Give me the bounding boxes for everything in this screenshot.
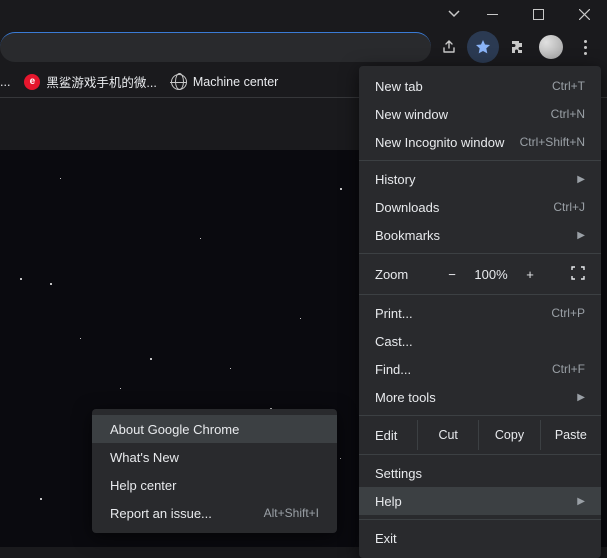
edit-label: Edit: [359, 428, 417, 443]
zoom-in-button[interactable]: +: [513, 267, 547, 282]
zoom-out-button[interactable]: −: [435, 267, 469, 282]
maximize-button[interactable]: [515, 0, 561, 28]
menu-downloads[interactable]: Downloads Ctrl+J: [359, 193, 601, 221]
edit-copy-button[interactable]: Copy: [478, 420, 539, 450]
close-button[interactable]: [561, 0, 607, 28]
menu-shortcut: Ctrl+N: [551, 107, 585, 121]
menu-label: Report an issue...: [110, 506, 212, 521]
bookmark-star-icon[interactable]: [467, 31, 499, 63]
menu-whats-new[interactable]: What's New: [92, 443, 337, 471]
menu-edit: Edit Cut Copy Paste: [359, 420, 601, 450]
menu-cast[interactable]: Cast...: [359, 327, 601, 355]
menu-label: Find...: [375, 362, 411, 377]
share-icon[interactable]: [433, 31, 465, 63]
chevron-right-icon: ▶: [577, 174, 585, 185]
menu-bookmarks[interactable]: Bookmarks ▶: [359, 221, 601, 249]
bookmark-item[interactable]: e 黑鲨游戏手机的微...: [24, 72, 156, 91]
menu-help-center[interactable]: Help center: [92, 471, 337, 499]
menu-print[interactable]: Print... Ctrl+P: [359, 299, 601, 327]
menu-report-issue[interactable]: Report an issue... Alt+Shift+I: [92, 499, 337, 527]
menu-label: Help center: [110, 478, 176, 493]
menu-label: Cast...: [375, 334, 413, 349]
menu-label: More tools: [375, 390, 436, 405]
menu-label: What's New: [110, 450, 179, 465]
menu-new-tab[interactable]: New tab Ctrl+T: [359, 72, 601, 100]
avatar[interactable]: [539, 35, 563, 59]
menu-history[interactable]: History ▶: [359, 165, 601, 193]
chevron-right-icon: ▶: [577, 392, 585, 403]
menu-shortcut: Ctrl+P: [551, 306, 585, 320]
menu-label: Help: [375, 494, 402, 509]
menu-label: New window: [375, 107, 448, 122]
menu-shortcut: Ctrl+T: [552, 79, 585, 93]
menu-separator: [359, 253, 601, 254]
menu-label: New Incognito window: [375, 135, 504, 150]
bookmark-label: 黑鲨游戏手机的微...: [46, 72, 156, 91]
menu-about-chrome[interactable]: About Google Chrome: [92, 415, 337, 443]
chevron-right-icon: ▶: [577, 496, 585, 507]
help-submenu: About Google Chrome What's New Help cent…: [92, 409, 337, 533]
menu-label: Exit: [375, 531, 397, 546]
kebab-icon: [584, 40, 587, 55]
menu-exit[interactable]: Exit: [359, 524, 601, 552]
edit-cut-button[interactable]: Cut: [417, 420, 478, 450]
menu-label: Downloads: [375, 200, 439, 215]
menu-separator: [359, 519, 601, 520]
menu-new-incognito[interactable]: New Incognito window Ctrl+Shift+N: [359, 128, 601, 156]
edit-paste-button[interactable]: Paste: [540, 420, 601, 450]
menu-shortcut: Ctrl+J: [553, 200, 585, 214]
fullscreen-button[interactable]: [563, 266, 593, 283]
menu-label: Settings: [375, 466, 422, 481]
zoom-value: 100%: [469, 267, 513, 282]
menu-separator: [359, 415, 601, 416]
menu-label: History: [375, 172, 415, 187]
menu-label: About Google Chrome: [110, 422, 239, 437]
chrome-menu-button[interactable]: [569, 31, 601, 63]
menu-separator: [359, 454, 601, 455]
bookmark-item[interactable]: ...: [0, 75, 10, 89]
menu-settings[interactable]: Settings: [359, 459, 601, 487]
bookmark-label: ...: [0, 75, 10, 89]
zoom-label: Zoom: [375, 267, 435, 282]
menu-shortcut: Alt+Shift+I: [264, 506, 319, 520]
menu-more-tools[interactable]: More tools ▶: [359, 383, 601, 411]
menu-shortcut: Ctrl+Shift+N: [520, 135, 585, 149]
menu-separator: [359, 294, 601, 295]
menu-separator: [359, 160, 601, 161]
minimize-button[interactable]: [469, 0, 515, 28]
menu-zoom: Zoom − 100% +: [359, 258, 601, 290]
menu-help[interactable]: Help ▶: [359, 487, 601, 515]
bookmark-item[interactable]: Machine center: [171, 74, 278, 90]
extensions-icon[interactable]: [501, 31, 533, 63]
chrome-main-menu: New tab Ctrl+T New window Ctrl+N New Inc…: [359, 66, 601, 558]
globe-icon: [171, 74, 187, 90]
menu-find[interactable]: Find... Ctrl+F: [359, 355, 601, 383]
menu-label: Print...: [375, 306, 413, 321]
menu-label: Bookmarks: [375, 228, 440, 243]
chevron-right-icon: ▶: [577, 230, 585, 241]
menu-shortcut: Ctrl+F: [552, 362, 585, 376]
menu-new-window[interactable]: New window Ctrl+N: [359, 100, 601, 128]
bookmark-label: Machine center: [193, 75, 278, 89]
weibo-icon: e: [24, 74, 40, 90]
address-bar[interactable]: [0, 32, 431, 62]
tab-search-chevron[interactable]: [439, 0, 469, 28]
menu-label: New tab: [375, 79, 423, 94]
